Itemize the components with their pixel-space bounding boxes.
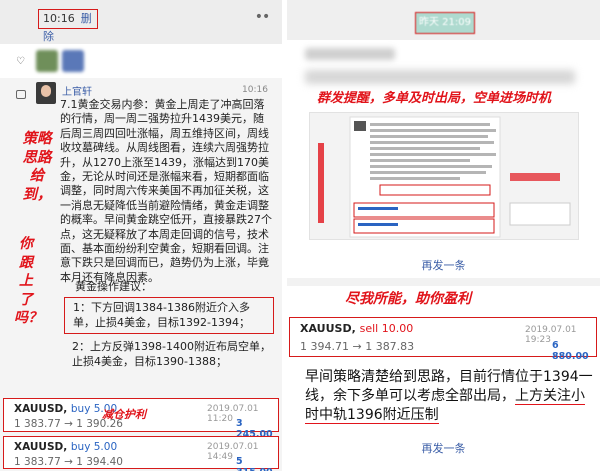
trade-prices: 1 383.77 → 1 394.40 bbox=[14, 456, 123, 468]
broadcast-caption: 群发提醒，多单及时出局，空单进场时机 bbox=[317, 91, 552, 106]
author-name[interactable]: 上官轩 bbox=[62, 83, 92, 98]
blurred-recipient-list bbox=[305, 70, 575, 84]
trade-prices: 1 394.71 → 1 387.83 bbox=[300, 340, 415, 353]
chat-time-title: 昨天 21:09 bbox=[415, 12, 475, 34]
resend-link[interactable]: 再发一条 bbox=[287, 440, 600, 456]
moment-header: 10:16 删除 •• bbox=[0, 0, 282, 44]
right-chat-panel: 昨天 21:09 群发提醒，多单及时出局，空单进场时机 再发一条 尽我所能，助你… bbox=[287, 0, 600, 471]
trade-record: XAUUSD, sell 10.00 1 394.71 → 1 387.83 2… bbox=[289, 317, 597, 362]
trade-side: sell 10.00 bbox=[359, 322, 414, 335]
trade-symbol: XAUUSD, sell 10.00 bbox=[300, 322, 414, 335]
left-moments-panel: 10:16 删除 •• ♡ 上官轩 10:16 7.1黄金交易内参：黄金上周走了冲… bbox=[0, 0, 282, 471]
trade-symbol: XAUUSD, buy 5.00 bbox=[14, 441, 118, 453]
liker-avatar[interactable] bbox=[62, 50, 84, 72]
vertical-caption: 策略思路给到， bbox=[22, 130, 52, 203]
comment-time: 10:16 bbox=[242, 85, 268, 95]
trade-profit: 6 880.00 bbox=[552, 340, 589, 362]
trade-record: XAUUSD, buy 5.00 1 383.77 → 1 394.40 201… bbox=[3, 436, 279, 471]
comment-body: 7.1黄金交易内参：黄金上周走了冲高回落的行情，周一周二强势拉升1439美元，随… bbox=[60, 98, 272, 284]
like-row: ♡ bbox=[0, 44, 282, 78]
chat-message: 早间策略清楚给到思路，目前行情位于1394一线，余下多单可以考虑全部出局，上方关… bbox=[305, 368, 595, 425]
suggestion-2: 2：上方反弹1398-1400附近布局空单，止损4美金，目标1390-1388； bbox=[72, 340, 271, 368]
resend-link[interactable]: 再发一条 bbox=[287, 257, 600, 273]
ops-title: 黄金操作建议： bbox=[75, 280, 152, 293]
trade-profit: 5 315.00 bbox=[236, 456, 273, 471]
forwarded-screenshot-image[interactable] bbox=[309, 112, 579, 240]
header-time: 10:16 bbox=[43, 12, 75, 25]
vertical-caption-2: 你跟上了吗？ bbox=[14, 236, 42, 326]
profit-caption: 尽我所能，助你盈利 bbox=[345, 291, 471, 307]
post-time-box: 10:16 删除 bbox=[38, 9, 98, 43]
liker-avatar[interactable] bbox=[36, 50, 58, 72]
suggestion-1: 1：下方回调1384-1386附近介入多单，止损4美金，目标1392-1394； bbox=[64, 297, 274, 334]
more-icon[interactable]: •• bbox=[252, 10, 272, 26]
comment-icon bbox=[16, 90, 26, 99]
blurred-recipient bbox=[305, 48, 395, 60]
trade-side: buy 5.00 bbox=[70, 441, 118, 453]
screenshot-thumbnail bbox=[318, 116, 571, 238]
divider bbox=[287, 278, 600, 286]
trade-caption: 减仓护利 bbox=[102, 408, 146, 421]
avatar[interactable] bbox=[36, 82, 56, 104]
chat-header: 昨天 21:09 bbox=[287, 0, 600, 40]
heart-icon: ♡ bbox=[16, 56, 25, 67]
